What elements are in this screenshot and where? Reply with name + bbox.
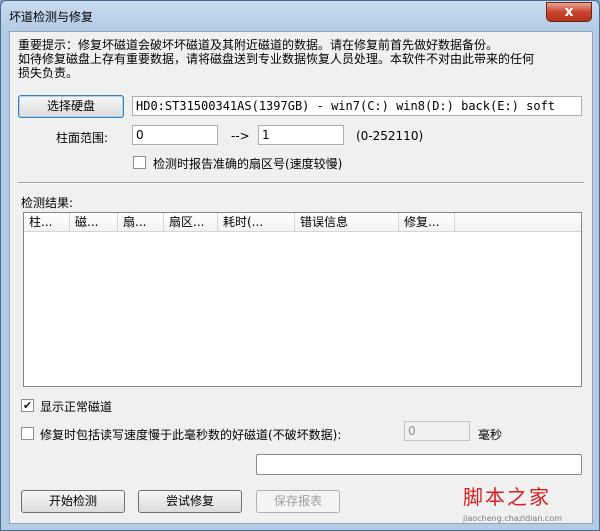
cylinder-range-label: 柱面范围: — [56, 131, 109, 145]
selected-disk-field[interactable]: HD0:ST31500341AS(1397GB) - win7(C:) win8… — [132, 96, 582, 116]
column-header-cylinder[interactable]: 柱... — [24, 213, 70, 232]
cylinder-range-hint: (0-252110) — [356, 129, 424, 143]
watermark-url: jiaocheng.chazidian.com — [463, 514, 563, 523]
show-normal-label: 显示正常磁道 — [40, 400, 113, 414]
column-header-time[interactable]: 耗时(... — [218, 213, 295, 232]
results-label: 检测结果: — [21, 196, 74, 210]
repair-slow-checkbox[interactable] — [21, 427, 34, 440]
results-header: 柱... 磁... 扇... 扇区... 耗时(... 错误信息 修复... — [24, 213, 581, 232]
progress-bar — [256, 454, 582, 475]
start-scan-button[interactable]: 开始检测 — [21, 490, 125, 513]
window-title: 坏道检测与修复 — [9, 10, 94, 24]
ms-threshold-input[interactable]: 0 — [404, 421, 470, 441]
save-report-button: 保存报表 — [256, 490, 340, 513]
show-normal-checkbox[interactable]: ✔ — [21, 399, 34, 412]
close-button[interactable]: x — [546, 2, 592, 22]
title-bar[interactable]: 坏道检测与修复 x — [1, 1, 599, 31]
results-listview[interactable]: 柱... 磁... 扇... 扇区... 耗时(... 错误信息 修复... — [23, 212, 582, 387]
column-header-sector[interactable]: 扇... — [118, 213, 164, 232]
column-header-head[interactable]: 磁... — [70, 213, 118, 232]
watermark-logo: 脚本之家 — [463, 485, 551, 509]
repair-slow-label: 修复时包括读写速度慢于此毫秒数的好磁道(不破坏数据): — [40, 428, 342, 442]
column-header-error[interactable]: 错误信息 — [295, 213, 399, 232]
checkmark-icon: ✔ — [22, 399, 33, 412]
close-icon: x — [564, 4, 574, 20]
column-header-repair[interactable]: 修复... — [399, 213, 455, 232]
column-header-sector-no[interactable]: 扇区... — [164, 213, 218, 232]
notice-line-3: 损失负责。 — [18, 66, 79, 80]
notice-line-2: 如待修复磁盘上存有重要数据，请将磁盘送到专业数据恢复人员处理。本软件不对由此带来… — [18, 52, 535, 66]
report-sector-checkbox[interactable] — [133, 156, 146, 169]
cylinder-from-input[interactable]: 0 — [132, 125, 218, 145]
column-header-filler — [455, 213, 581, 232]
try-repair-button[interactable]: 尝试修复 — [138, 490, 242, 513]
report-sector-label: 检测时报告准确的扇区号(速度较慢) — [153, 157, 343, 171]
select-disk-button[interactable]: 选择硬盘 — [18, 95, 124, 118]
notice-line-1: 重要提示：修复坏磁道会破坏坏磁道及其附近磁道的数据。请在修复前首先做好数据备份。 — [18, 38, 499, 52]
cylinder-to-input[interactable]: 1 — [258, 125, 344, 145]
section-divider — [18, 182, 584, 184]
warning-notice: 重要提示：修复坏磁道会破坏坏磁道及其附近磁道的数据。请在修复前首先做好数据备份。… — [18, 38, 588, 80]
dialog-client-area: 重要提示：修复坏磁道会破坏坏磁道及其附近磁道的数据。请在修复前首先做好数据备份。… — [9, 31, 593, 524]
range-arrow: --> — [231, 129, 250, 143]
ms-unit-label: 毫秒 — [478, 428, 503, 442]
dialog-window: 坏道检测与修复 x 重要提示：修复坏磁道会破坏坏磁道及其附近磁道的数据。请在修复… — [0, 0, 600, 531]
